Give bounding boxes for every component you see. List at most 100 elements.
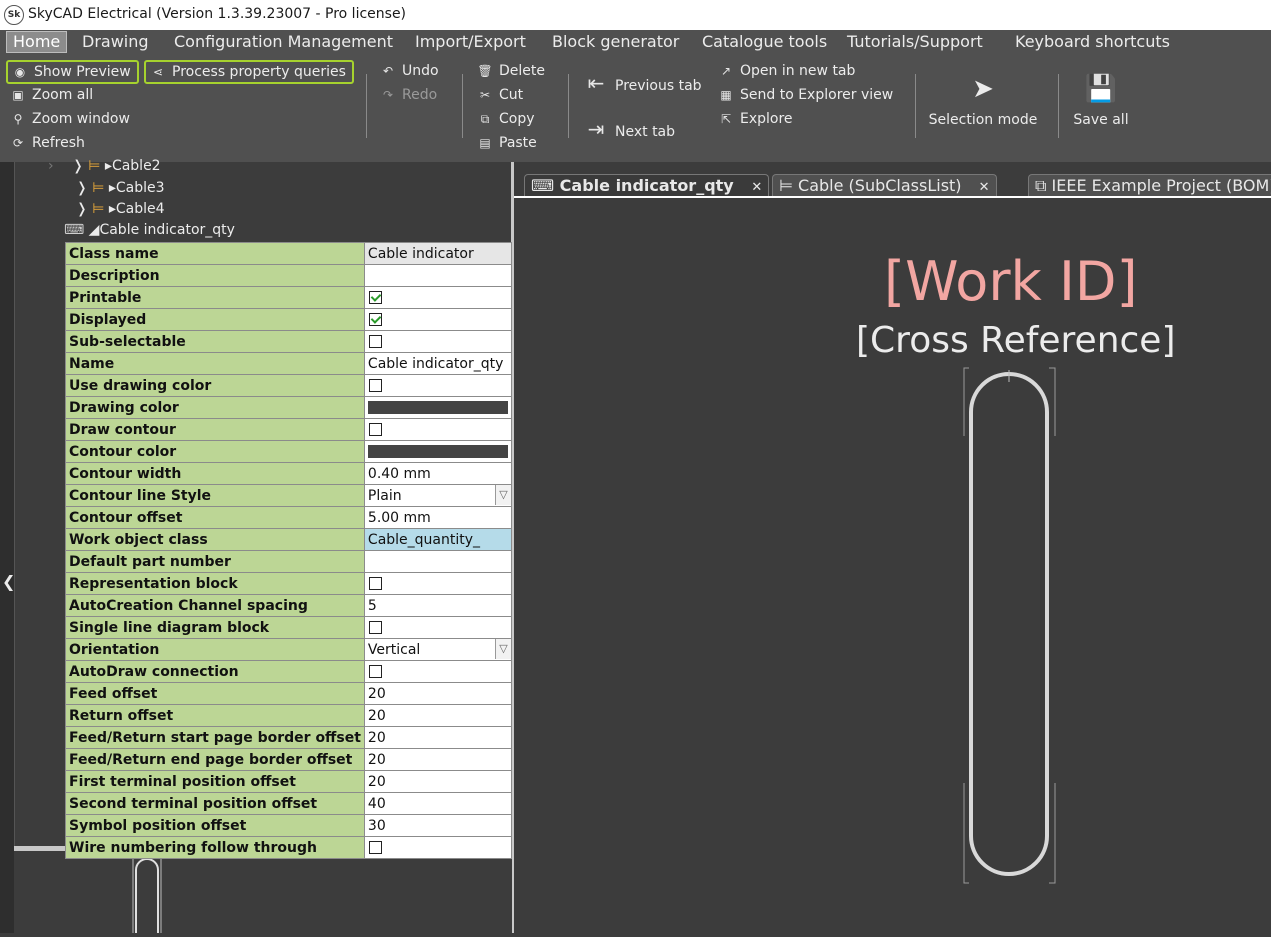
property-value[interactable]: 20 bbox=[363, 748, 512, 771]
property-row: Description bbox=[65, 264, 512, 287]
tab-cable-subclasslist[interactable]: ⊨ Cable (SubClassList) ✕ bbox=[772, 174, 997, 197]
property-name: Class name bbox=[65, 242, 365, 265]
process-queries-label: Process property queries bbox=[172, 64, 346, 80]
cross-reference-label[interactable]: [Cross Reference] bbox=[856, 320, 1176, 361]
property-value[interactable]: 5.00 mm bbox=[363, 506, 512, 529]
menu-drawing[interactable]: Drawing bbox=[82, 32, 149, 52]
show-preview-button[interactable]: ◉ Show Preview bbox=[6, 60, 139, 84]
tab-cable-indicator-qty[interactable]: ⌨ Cable indicator_qty ✕ bbox=[524, 174, 770, 197]
expand-chevron-icon[interactable]: ❭ bbox=[76, 201, 88, 217]
process-queries-button[interactable]: ⋖ Process property queries bbox=[144, 60, 354, 84]
color-swatch[interactable] bbox=[367, 445, 508, 458]
property-checkbox-cell[interactable] bbox=[363, 308, 512, 331]
refresh-button[interactable]: ⟳ Refresh bbox=[10, 132, 85, 154]
expand-chevron-icon[interactable]: ❭ bbox=[72, 158, 84, 174]
property-name: Printable bbox=[65, 286, 365, 309]
color-swatch[interactable] bbox=[367, 401, 508, 414]
checkbox-unchecked[interactable] bbox=[368, 665, 382, 678]
drawing-canvas[interactable]: [Work ID] [Cross Reference] bbox=[514, 196, 1271, 935]
chevron-down-icon[interactable]: ▽ bbox=[494, 639, 511, 659]
property-checkbox-cell[interactable] bbox=[363, 374, 512, 397]
redo-icon: ↷ bbox=[382, 88, 394, 102]
send-explorer-button[interactable]: ▦ Send to Explorer view bbox=[718, 84, 893, 106]
checkbox-unchecked[interactable] bbox=[368, 621, 382, 634]
checkbox-unchecked[interactable] bbox=[368, 841, 382, 854]
menu-keyboard-shortcuts[interactable]: Keyboard shortcuts bbox=[1015, 32, 1170, 52]
property-color-cell[interactable] bbox=[363, 396, 512, 419]
property-value[interactable]: Cable_quantity_ bbox=[363, 528, 512, 551]
checkbox-checked[interactable] bbox=[368, 291, 382, 304]
property-row: AutoDraw connection bbox=[65, 660, 512, 683]
property-checkbox-cell[interactable] bbox=[363, 572, 512, 595]
tree-item-selected[interactable]: ⌨ ◢Cable indicator_qty bbox=[64, 220, 235, 240]
property-checkbox-cell[interactable] bbox=[363, 286, 512, 309]
next-tab-button[interactable]: ⇥ Next tab bbox=[583, 116, 675, 142]
tree-item-cable2[interactable]: › ❭ ⊨ ▸Cable2 bbox=[48, 156, 161, 176]
checkbox-unchecked[interactable] bbox=[368, 379, 382, 392]
save-all-icon: 💾 bbox=[1084, 74, 1118, 104]
checkbox-unchecked[interactable] bbox=[368, 335, 382, 348]
menu-catalogue-tools[interactable]: Catalogue tools bbox=[702, 32, 827, 52]
menu-home[interactable]: Home bbox=[6, 31, 68, 53]
property-value[interactable]: Cable indicator_qty bbox=[363, 352, 512, 375]
property-color-cell[interactable] bbox=[363, 440, 512, 463]
property-checkbox-cell[interactable] bbox=[363, 660, 512, 683]
property-name: Second terminal position offset bbox=[65, 792, 365, 815]
explorer-icon: ▦ bbox=[720, 88, 732, 102]
property-value[interactable] bbox=[363, 550, 512, 573]
tree-item-cable3[interactable]: ❭ ⊨ ▸Cable3 bbox=[76, 178, 165, 198]
menu-block-generator[interactable]: Block generator bbox=[552, 32, 679, 52]
chevron-down-icon[interactable]: ▽ bbox=[494, 485, 511, 505]
copy-icon: ⧉ bbox=[480, 112, 490, 126]
collapse-panel-icon[interactable]: ❮ bbox=[2, 572, 15, 591]
cut-button[interactable]: ✂ Cut bbox=[477, 84, 523, 106]
property-dropdown[interactable]: Vertical ▽ bbox=[363, 638, 512, 661]
property-checkbox-cell[interactable] bbox=[363, 418, 512, 441]
property-checkbox-cell[interactable] bbox=[363, 330, 512, 353]
property-checkbox-cell[interactable] bbox=[363, 836, 512, 859]
property-value[interactable]: 0.40 mm bbox=[363, 462, 512, 485]
checkbox-checked[interactable] bbox=[368, 313, 382, 326]
delete-button[interactable]: 🗑 Delete bbox=[477, 60, 545, 82]
undo-button[interactable]: ↶ Undo bbox=[380, 60, 439, 82]
copy-button[interactable]: ⧉ Copy bbox=[477, 108, 535, 130]
ribbon-separator bbox=[462, 74, 463, 138]
close-icon[interactable]: ✕ bbox=[751, 180, 762, 195]
property-value[interactable]: 20 bbox=[363, 726, 512, 749]
menu-import-export[interactable]: Import/Export bbox=[415, 32, 526, 52]
zoom-all-button[interactable]: ▣ Zoom all bbox=[10, 84, 93, 106]
zoom-window-button[interactable]: ⚲ Zoom window bbox=[10, 108, 130, 130]
previous-tab-button[interactable]: ⇤ Previous tab bbox=[583, 70, 702, 96]
property-value[interactable]: 5 bbox=[363, 594, 512, 617]
explore-button[interactable]: ⇱ Explore bbox=[718, 108, 793, 130]
redo-button[interactable]: ↷ Redo bbox=[380, 84, 437, 106]
property-dropdown[interactable]: Plain ▽ bbox=[363, 484, 512, 507]
property-value[interactable]: 40 bbox=[363, 792, 512, 815]
save-all-button[interactable]: 💾 Save all bbox=[1070, 74, 1132, 128]
menu-configuration-management[interactable]: Configuration Management bbox=[174, 32, 393, 52]
app-logo-icon: Sk bbox=[4, 5, 24, 25]
property-checkbox-cell[interactable] bbox=[363, 616, 512, 639]
work-id-label[interactable]: [Work ID] bbox=[884, 250, 1138, 313]
close-icon[interactable]: ✕ bbox=[979, 180, 990, 195]
checkbox-unchecked[interactable] bbox=[368, 423, 382, 436]
selection-mode-button[interactable]: ➤ Selection mode bbox=[928, 74, 1038, 128]
refresh-icon: ⟳ bbox=[12, 136, 24, 150]
tab-ieee-example-bom[interactable]: ⧉ IEEE Example Project (BOM) bbox=[1028, 174, 1271, 197]
property-value[interactable]: 20 bbox=[363, 704, 512, 727]
property-row: Second terminal position offset 40 bbox=[65, 792, 512, 815]
property-value[interactable] bbox=[363, 264, 512, 287]
tree-item-cable4[interactable]: ❭ ⊨ ▸Cable4 bbox=[76, 199, 165, 219]
property-row: Symbol position offset 30 bbox=[65, 814, 512, 837]
checkbox-unchecked[interactable] bbox=[368, 577, 382, 590]
paste-button[interactable]: ▤ Paste bbox=[477, 132, 536, 154]
open-new-tab-button[interactable]: ↗ Open in new tab bbox=[718, 60, 855, 82]
expand-chevron-icon[interactable]: ❭ bbox=[76, 180, 88, 196]
expand-arrow-icon: ▸ bbox=[108, 201, 116, 217]
paste-icon: ▤ bbox=[479, 136, 491, 150]
property-value[interactable]: 20 bbox=[363, 682, 512, 705]
property-value[interactable]: 20 bbox=[363, 770, 512, 793]
tab-label: Cable (SubClassList) bbox=[798, 176, 962, 195]
property-value[interactable]: 30 bbox=[363, 814, 512, 837]
menu-tutorials-support[interactable]: Tutorials/Support bbox=[847, 32, 983, 52]
